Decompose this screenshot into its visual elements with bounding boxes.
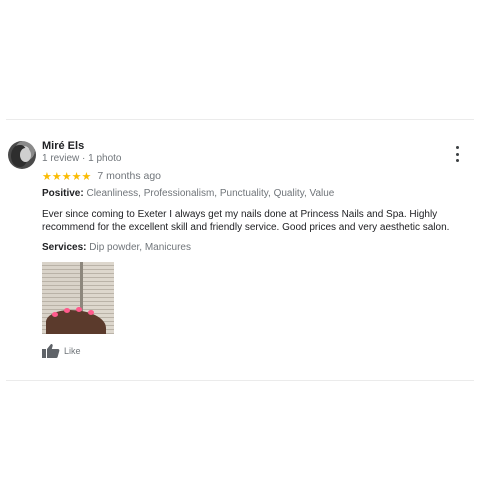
more-options-button[interactable] xyxy=(452,146,462,162)
nail xyxy=(52,312,58,317)
services-label: Services: xyxy=(42,242,87,253)
review-date: 7 months ago xyxy=(97,170,162,182)
star-icon: ★ xyxy=(51,169,62,183)
nail xyxy=(88,310,94,315)
services-value: Dip powder, Manicures xyxy=(89,242,191,253)
positive-label: Positive: xyxy=(42,188,84,199)
review-card: Miré Els 1 review · 1 photo ★ ★ ★ ★ ★ 7 … xyxy=(8,138,472,370)
nail xyxy=(64,308,70,313)
like-button[interactable]: Like xyxy=(42,344,81,358)
more-vert-icon xyxy=(455,152,459,156)
star-icon: ★ xyxy=(71,169,82,183)
review-photo[interactable] xyxy=(42,262,114,334)
bottom-divider xyxy=(6,380,474,381)
star-icon: ★ xyxy=(42,169,52,183)
author-name[interactable]: Miré Els xyxy=(42,140,84,152)
avatar-face xyxy=(20,148,31,162)
star-icon: ★ xyxy=(81,169,92,183)
rating-row: ★ ★ ★ ★ ★ 7 months ago xyxy=(42,170,161,182)
positive-value: Cleanliness, Professionalism, Punctualit… xyxy=(86,188,335,199)
services: Services: Dip powder, Manicures xyxy=(42,242,191,253)
more-vert-icon xyxy=(455,146,459,149)
review-text: Ever since coming to Exeter I always get… xyxy=(42,209,450,233)
author-meta: 1 review · 1 photo xyxy=(42,153,122,164)
nail xyxy=(76,307,82,312)
top-divider xyxy=(6,119,474,120)
like-label: Like xyxy=(64,346,81,356)
avatar[interactable] xyxy=(8,141,36,169)
positive-attributes: Positive: Cleanliness, Professionalism, … xyxy=(42,188,334,199)
star-icon: ★ xyxy=(61,169,72,183)
thumb-up-icon xyxy=(42,344,60,358)
more-vert-icon xyxy=(455,159,459,162)
star-rating: ★ ★ ★ ★ ★ xyxy=(42,171,91,182)
